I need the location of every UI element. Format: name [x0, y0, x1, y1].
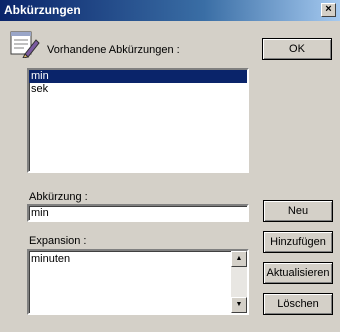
window-title: Abkürzungen	[4, 3, 81, 17]
add-button[interactable]: Hinzufügen	[263, 231, 333, 253]
ok-button[interactable]: OK	[262, 38, 332, 60]
expansion-label: Expansion :	[29, 235, 87, 247]
scroll-up-button[interactable]: ▲	[231, 251, 247, 267]
abbreviation-field[interactable]: min	[27, 204, 249, 222]
expansion-scrollbar[interactable]: ▲ ▼	[231, 251, 247, 313]
new-button[interactable]: Neu	[263, 200, 333, 222]
title-bar[interactable]: Abkürzungen ×	[0, 0, 340, 21]
expansion-value: minuten	[31, 253, 71, 265]
existing-abbreviations-label: Vorhandene Abkürzungen :	[47, 44, 180, 56]
abbreviation-value: min	[31, 207, 49, 219]
abbreviations-dialog: Abkürzungen × Vorhandene Abkürzungen : O…	[0, 0, 340, 332]
close-button[interactable]: ×	[321, 3, 336, 17]
expansion-field[interactable]: minuten ▲ ▼	[27, 249, 249, 315]
update-button[interactable]: Aktualisieren	[263, 262, 333, 284]
delete-button[interactable]: Löschen	[263, 293, 333, 315]
abbreviation-label: Abkürzung :	[29, 191, 88, 203]
list-item[interactable]: min	[29, 70, 247, 83]
notepad-icon	[8, 30, 40, 59]
abbreviations-list[interactable]: min sek	[27, 68, 249, 173]
scroll-down-button[interactable]: ▼	[231, 297, 247, 313]
list-item[interactable]: sek	[29, 83, 247, 96]
